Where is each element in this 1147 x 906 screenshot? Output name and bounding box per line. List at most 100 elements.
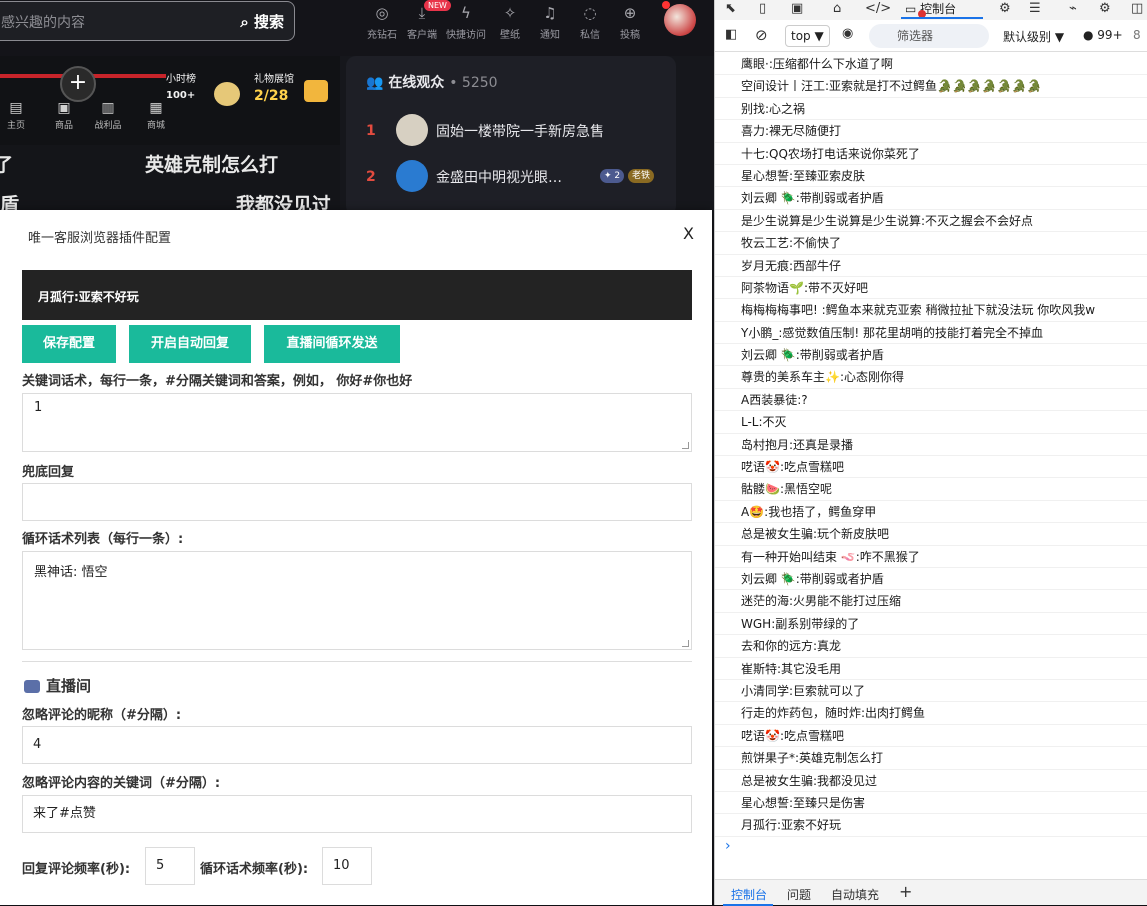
search-box[interactable]: 感兴趣的内容 ⌕ 搜索 xyxy=(0,1,295,41)
ignore-kw-input[interactable]: 来了#点赞 xyxy=(22,795,692,833)
drawer-tab-issues[interactable]: 问题 xyxy=(787,886,811,903)
nav-quick[interactable]: ϟ 快捷访问 xyxy=(444,4,488,41)
left-fragment: 了 xyxy=(0,154,14,176)
diamond-icon: ◎ xyxy=(375,4,389,22)
bolt-icon: ϟ xyxy=(461,4,471,22)
home-icon: ▤ xyxy=(9,100,23,116)
console-log-line: 呓语🤡:吃点雪糕吧 xyxy=(715,456,1147,479)
close-button[interactable]: X xyxy=(683,224,694,243)
console-log-line: 空间设计丨汪工:亚索就是打不过鳄鱼🐊🐊🐊🐊🐊🐊🐊 xyxy=(715,75,1147,98)
ignore-nick-input[interactable]: 4 xyxy=(22,726,692,764)
viewer-row[interactable]: 2 金盛田中明视光眼… ✦ 2 老铁 xyxy=(366,160,666,196)
ignore-nick-label: 忽略评论的昵称（#分隔）: xyxy=(22,708,182,723)
console-log-line: L-L:不灭 xyxy=(715,411,1147,434)
performance-icon[interactable]: ⌁ xyxy=(1069,1,1077,16)
loop-freq-input[interactable]: 10 xyxy=(322,847,372,885)
left-nav-home[interactable]: ▤ 主页 xyxy=(0,100,36,131)
context-value: top xyxy=(791,29,811,43)
add-tab-button[interactable]: + xyxy=(899,882,912,901)
gift-hall[interactable]: 礼物展馆 2/28 xyxy=(254,72,294,104)
console-log-line: 十七:QQ农场打电话来说你菜死了 xyxy=(715,143,1147,165)
more-icon[interactable]: ◫ xyxy=(1131,1,1143,16)
rank-label: 小时榜 xyxy=(166,74,196,85)
device-icon[interactable]: ▯ xyxy=(759,1,766,16)
console-log-line: 骷髅🍉:黑悟空呢 xyxy=(715,478,1147,501)
search-input[interactable]: 感兴趣的内容 xyxy=(1,12,85,32)
reply-freq-label: 回复评论频率(秒): xyxy=(22,862,131,877)
viewer-avatar xyxy=(396,114,428,146)
fallback-input[interactable] xyxy=(22,483,692,521)
filter-input[interactable]: 筛选器 xyxy=(869,24,989,48)
left-nav-mall[interactable]: ▦ 商城 xyxy=(136,100,176,131)
bag-icon: ▣ xyxy=(57,100,71,116)
eye-icon[interactable]: ◉ xyxy=(842,26,853,41)
camera-icon xyxy=(24,680,40,693)
network-icon[interactable]: ☰ xyxy=(1029,1,1041,16)
drawer-tab-autofill[interactable]: 自动填充 xyxy=(831,886,879,903)
nav-upload[interactable]: ⊕ 投稿 xyxy=(608,4,652,41)
viewer-name: 固始一楼带院一手新房急售 xyxy=(436,124,604,140)
nav-wallpaper[interactable]: ✧ 壁纸 xyxy=(488,4,532,41)
fan-badge: 老铁 xyxy=(628,169,655,183)
console-log-line: 总是被女生骗:我都没见过 xyxy=(715,770,1147,792)
left-nav-goods[interactable]: ▣ 商品 xyxy=(44,100,84,131)
loop-send-button[interactable]: 直播间循环发送 xyxy=(264,325,400,363)
loop-textarea[interactable]: 黑神话: 悟空 xyxy=(22,551,692,650)
gift-value: 2/28 xyxy=(254,88,289,104)
resize-grip[interactable] xyxy=(682,640,689,647)
tab-console[interactable]: ▭ 控制台 xyxy=(905,0,956,17)
console-log-line: 总是被女生骗:玩个新皮肤吧 xyxy=(715,523,1147,546)
console-log-line: 星心想誓:至臻只是伤害 xyxy=(715,792,1147,815)
devtools-panel: ⬉ ▯ ▣ ⌂ </> ▭ 控制台 ⚙ ☰ ⌁ ⚙ ◫ ◧ ⊘ top ▼ ◉ … xyxy=(714,0,1147,906)
drawer-tab-console[interactable]: 控制台 xyxy=(731,886,767,903)
console-log-line: 刘云卿 🪲:带削弱或者护盾 xyxy=(715,568,1147,591)
section-title: 直播间 xyxy=(24,675,91,696)
memory-icon[interactable]: ⚙ xyxy=(1099,1,1111,16)
nav-message[interactable]: ◌ 私信 xyxy=(568,4,612,41)
left-nav-loot[interactable]: ▥ 战利品 xyxy=(88,100,128,131)
level-select[interactable]: 默认级别 ▼ xyxy=(1003,28,1064,45)
tab-underline xyxy=(901,17,983,19)
keyword-textarea[interactable]: 1 xyxy=(22,393,692,452)
wallpaper-icon: ✧ xyxy=(503,4,517,22)
console-prompt[interactable]: › xyxy=(725,838,731,854)
nav-diamond[interactable]: ◎ 充钻石 xyxy=(360,4,404,41)
level-value: 默认级别 xyxy=(1003,30,1052,44)
search-button[interactable]: ⌕ 搜索 xyxy=(240,11,284,32)
user-avatar[interactable] xyxy=(664,4,696,36)
hour-rank[interactable]: 小时榜 100+ xyxy=(166,72,196,104)
add-icon[interactable]: + xyxy=(60,66,96,102)
auto-reply-button[interactable]: 开启自动回复 xyxy=(129,325,251,363)
avatar-dot xyxy=(662,1,670,9)
console-log-line: 去和你的远方:真龙 xyxy=(715,635,1147,658)
fallback-label: 兜底回复 xyxy=(22,465,75,480)
reply-freq-input[interactable]: 5 xyxy=(145,847,195,885)
online-viewers-panel: 👥 在线观众 • 5250 1 固始一楼带院一手新房急售 2 金盛田中明视光眼…… xyxy=(346,56,676,216)
issue-count[interactable]: 8 xyxy=(1133,28,1141,42)
loot-icon: ▥ xyxy=(101,100,115,116)
message-count[interactable]: ● 99+ xyxy=(1083,28,1123,42)
dock-icon[interactable]: ▣ xyxy=(791,1,803,16)
console-log-line: 小清同学:巨索就可以了 xyxy=(715,680,1147,703)
home-icon[interactable]: ⌂ xyxy=(833,1,841,16)
users-icon: 👥 xyxy=(366,75,384,91)
left-nav-label: 主页 xyxy=(6,121,25,131)
viewers-title: 👥 在线观众 • 5250 xyxy=(366,75,498,91)
left-nav-label: 商品 xyxy=(54,121,73,131)
clear-icon[interactable]: ⊘ xyxy=(755,26,768,44)
resize-grip[interactable] xyxy=(682,442,689,449)
save-config-button[interactable]: 保存配置 xyxy=(22,325,116,363)
console-log-line: 月孤行:亚索不好玩 xyxy=(715,814,1147,837)
sources-icon[interactable]: ⚙ xyxy=(999,1,1011,16)
elements-icon[interactable]: </> xyxy=(865,1,891,16)
sidebar-icon[interactable]: ◧ xyxy=(725,27,737,42)
context-select[interactable]: top ▼ xyxy=(785,25,830,47)
console-log-line: 有一种开始叫结束 🪱:咋不黑猴了 xyxy=(715,546,1147,568)
nav-notify[interactable]: ♫ 通知 xyxy=(528,4,572,41)
viewer-avatar xyxy=(396,160,428,192)
inspect-icon[interactable]: ⬉ xyxy=(725,1,736,16)
viewer-row[interactable]: 1 固始一楼带院一手新房急售 xyxy=(366,114,666,150)
console-log-line: 牧云工艺:不偷快了 xyxy=(715,232,1147,255)
current-reply-display: 月孤行:亚索不好玩 xyxy=(22,270,692,320)
level-badge: ✦ 2 xyxy=(600,169,625,183)
